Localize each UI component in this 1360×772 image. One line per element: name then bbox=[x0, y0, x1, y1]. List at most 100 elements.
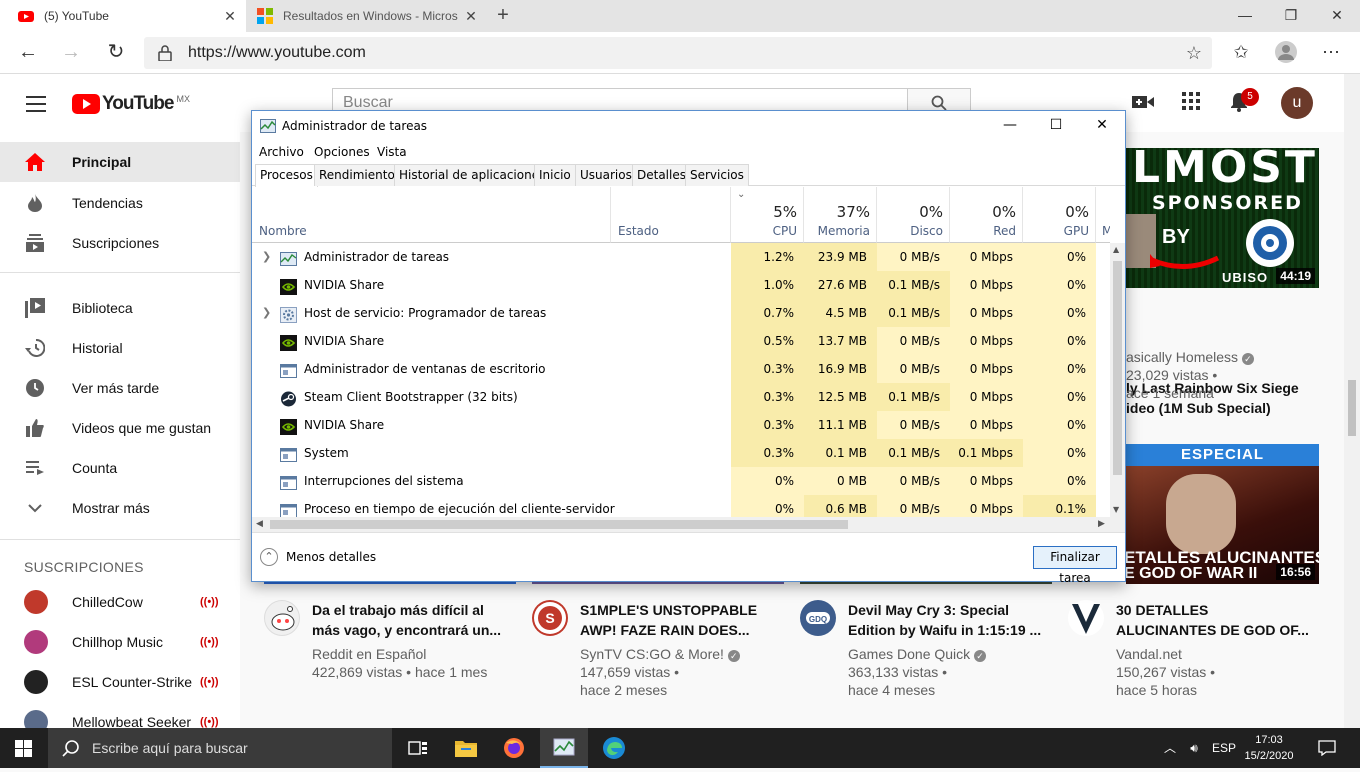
subscription-item[interactable]: Chillhop Music ((•)) bbox=[0, 622, 240, 662]
scroll-left-icon[interactable]: ◀ bbox=[256, 518, 263, 529]
tab-servicios[interactable]: Servicios bbox=[685, 164, 749, 186]
menu-opciones[interactable]: Opciones bbox=[314, 145, 370, 159]
video-thumbnail[interactable]: ESPECIAL ETALLES ALUCINANTES E GOD OF WA… bbox=[1126, 444, 1319, 584]
create-video-icon[interactable] bbox=[1131, 92, 1155, 116]
end-task-button[interactable]: Finalizar tarea bbox=[1033, 546, 1117, 585]
video-title[interactable]: Devil May Cry 3: Special Edition by Waifu… bbox=[848, 600, 1058, 640]
process-row[interactable]: System 0.3% 0.1 MB 0.1 MB/s 0.1 Mbps 0% bbox=[252, 439, 1112, 467]
tab-windows-results[interactable]: Resultados en Windows - Micros ✕ bbox=[247, 0, 487, 32]
column-header-motor[interactable]: Mot bbox=[1096, 187, 1110, 243]
tm-maximize-button[interactable]: ☐ bbox=[1033, 111, 1079, 141]
sidebar-item-suscripciones[interactable]: Suscripciones bbox=[0, 223, 240, 263]
scrollbar-thumb[interactable] bbox=[270, 520, 848, 529]
channel-avatar[interactable]: S bbox=[532, 600, 568, 636]
action-center-icon[interactable] bbox=[1312, 728, 1342, 768]
more-menu-icon[interactable]: ⋯ bbox=[1318, 40, 1344, 66]
sidebar-item-counta[interactable]: Counta bbox=[0, 448, 240, 488]
column-header-red[interactable]: 0% Red bbox=[950, 187, 1023, 243]
refresh-button[interactable]: ↻ bbox=[103, 40, 129, 66]
scroll-down-icon[interactable]: ▼ bbox=[1113, 505, 1119, 514]
subscription-item[interactable]: ChilledCow ((•)) bbox=[0, 582, 240, 622]
process-row[interactable]: Steam Client Bootstrapper (32 bits) 0.3% 1… bbox=[252, 383, 1112, 411]
hamburger-menu-icon[interactable] bbox=[26, 96, 46, 112]
sidebar-item-tendencias[interactable]: Tendencias bbox=[0, 183, 240, 223]
sidebar-item-videos-que-me-gustan[interactable]: Videos que me gustan bbox=[0, 408, 240, 448]
back-button[interactable]: ← bbox=[15, 40, 41, 66]
tab-historial[interactable]: Historial de aplicaciones bbox=[394, 164, 551, 186]
process-row[interactable]: ❯ Host de servicio: Programador de tareas… bbox=[252, 299, 1112, 327]
less-details-button[interactable]: ⌃ Menos detalles bbox=[260, 548, 376, 566]
forward-button[interactable]: → bbox=[58, 40, 84, 66]
task-manager-taskbar-button[interactable] bbox=[540, 728, 588, 768]
edge-button[interactable] bbox=[590, 728, 638, 768]
menu-vista[interactable]: Vista bbox=[377, 145, 407, 159]
tab-rendimiento[interactable]: Rendimiento bbox=[314, 164, 400, 186]
file-explorer-button[interactable] bbox=[442, 728, 490, 768]
tab-detalles[interactable]: Detalles bbox=[632, 164, 691, 186]
channel-name[interactable]: Games Done Quick bbox=[848, 646, 970, 662]
process-row[interactable]: NVIDIA Share 0.3% 11.1 MB 0 MB/s 0 Mbps 0% bbox=[252, 411, 1112, 439]
column-header-cpu[interactable]: ⌄ 5% CPU bbox=[731, 187, 804, 243]
page-scrollbar[interactable] bbox=[1344, 74, 1360, 728]
new-tab-button[interactable]: + bbox=[492, 4, 514, 28]
scroll-up-icon[interactable]: ▲ bbox=[1113, 245, 1119, 254]
system-clock[interactable]: 17:03 15/2/2020 bbox=[1244, 732, 1294, 764]
channel-name[interactable]: Reddit en Español bbox=[312, 645, 487, 663]
tm-close-button[interactable]: ✕ bbox=[1079, 111, 1125, 141]
video-title[interactable]: Da el trabajo más difícil al más vago, y … bbox=[312, 600, 522, 640]
sidebar-item-principal[interactable]: Principal bbox=[0, 142, 240, 182]
task-view-button[interactable] bbox=[394, 728, 442, 768]
youtube-logo[interactable]: YouTube MX bbox=[72, 93, 190, 115]
url-field[interactable]: https://www.youtube.com ☆ bbox=[144, 37, 1212, 69]
menu-archivo[interactable]: Archivo bbox=[259, 145, 304, 159]
channel-avatar[interactable]: GDQ bbox=[800, 600, 836, 636]
process-row[interactable]: NVIDIA Share 0.5% 13.7 MB 0 MB/s 0 Mbps 0% bbox=[252, 327, 1112, 355]
channel-avatar[interactable] bbox=[1068, 600, 1104, 636]
process-row[interactable]: Interrupciones del sistema 0% 0 MB 0 MB/s 0 … bbox=[252, 467, 1112, 495]
table-horizontal-scrollbar[interactable]: ◀ ▶ bbox=[252, 517, 1125, 532]
column-header-estado[interactable]: Estado bbox=[611, 187, 731, 243]
process-row[interactable]: Administrador de ventanas de escritorio 0… bbox=[252, 355, 1112, 383]
video-title[interactable]: 30 DETALLES ALUCINANTES DE GOD OF... bbox=[1116, 600, 1326, 640]
favorite-star-icon[interactable]: ☆ bbox=[1186, 43, 1202, 64]
tab-usuarios[interactable]: Usuarios bbox=[575, 164, 637, 186]
expand-chevron-icon[interactable]: ❯ bbox=[262, 299, 271, 327]
column-header-gpu[interactable]: 0% GPU bbox=[1023, 187, 1096, 243]
column-header-disco[interactable]: 0% Disco bbox=[877, 187, 950, 243]
restore-window-button[interactable]: ❐ bbox=[1268, 0, 1314, 32]
column-header-memoria[interactable]: 37% Memoria bbox=[804, 187, 877, 243]
close-window-button[interactable]: ✕ bbox=[1314, 0, 1360, 32]
tm-minimize-button[interactable]: — bbox=[987, 111, 1033, 141]
input-language[interactable]: ESP bbox=[1208, 728, 1240, 768]
video-thumbnail[interactable]: LMOST SPONSORED BY UBISO 44:19 bbox=[1126, 148, 1319, 288]
taskbar-search-box[interactable]: Escribe aquí para buscar bbox=[48, 728, 392, 768]
channel-name[interactable]: Vandal.net bbox=[1116, 645, 1215, 663]
video-title[interactable]: S1MPLE'S UNSTOPPABLE AWP! FAZE RAIN DOES.… bbox=[580, 600, 790, 640]
process-row[interactable]: ❯ Administrador de tareas 1.2% 23.9 MB 0 MB/… bbox=[252, 243, 1112, 271]
tab-inicio[interactable]: Inicio bbox=[534, 164, 576, 186]
minimize-window-button[interactable]: — bbox=[1222, 0, 1268, 32]
account-avatar[interactable]: u bbox=[1281, 87, 1313, 119]
channel-name[interactable]: SynTV CS:GO & More! bbox=[580, 646, 724, 662]
start-button[interactable] bbox=[0, 728, 48, 768]
close-tab-icon[interactable]: ✕ bbox=[463, 8, 479, 24]
tab-youtube[interactable]: (5) YouTube ✕ bbox=[0, 0, 246, 32]
channel-name[interactable]: asically Homeless bbox=[1126, 349, 1238, 365]
process-row[interactable]: NVIDIA Share 1.0% 27.6 MB 0.1 MB/s 0 Mbps 0% bbox=[252, 271, 1112, 299]
scrollbar-thumb[interactable] bbox=[1113, 261, 1122, 475]
tab-procesos[interactable]: Procesos bbox=[255, 164, 318, 187]
show-hidden-icons-chevron-icon[interactable]: ︿ bbox=[1160, 728, 1180, 768]
column-header-nombre[interactable]: Nombre bbox=[252, 187, 611, 243]
scroll-right-icon[interactable]: ▶ bbox=[1098, 518, 1105, 529]
channel-avatar[interactable] bbox=[264, 600, 300, 636]
favorites-icon[interactable]: ✩ bbox=[1228, 40, 1254, 66]
process-row[interactable]: Proceso en tiempo de ejecución del clien… bbox=[252, 495, 1112, 517]
subscription-item[interactable]: Mellowbeat Seeker ((•)) bbox=[0, 702, 240, 728]
volume-icon[interactable]: 🔊︎ bbox=[1184, 728, 1204, 768]
page-scrollbar-thumb[interactable] bbox=[1348, 380, 1356, 436]
profile-icon[interactable] bbox=[1273, 40, 1299, 66]
sidebar-item-ver-mas-tarde[interactable]: Ver más tarde bbox=[0, 368, 240, 408]
apps-grid-icon[interactable] bbox=[1179, 92, 1203, 116]
sidebar-item-historial[interactable]: Historial bbox=[0, 328, 240, 368]
close-tab-icon[interactable]: ✕ bbox=[222, 8, 238, 24]
